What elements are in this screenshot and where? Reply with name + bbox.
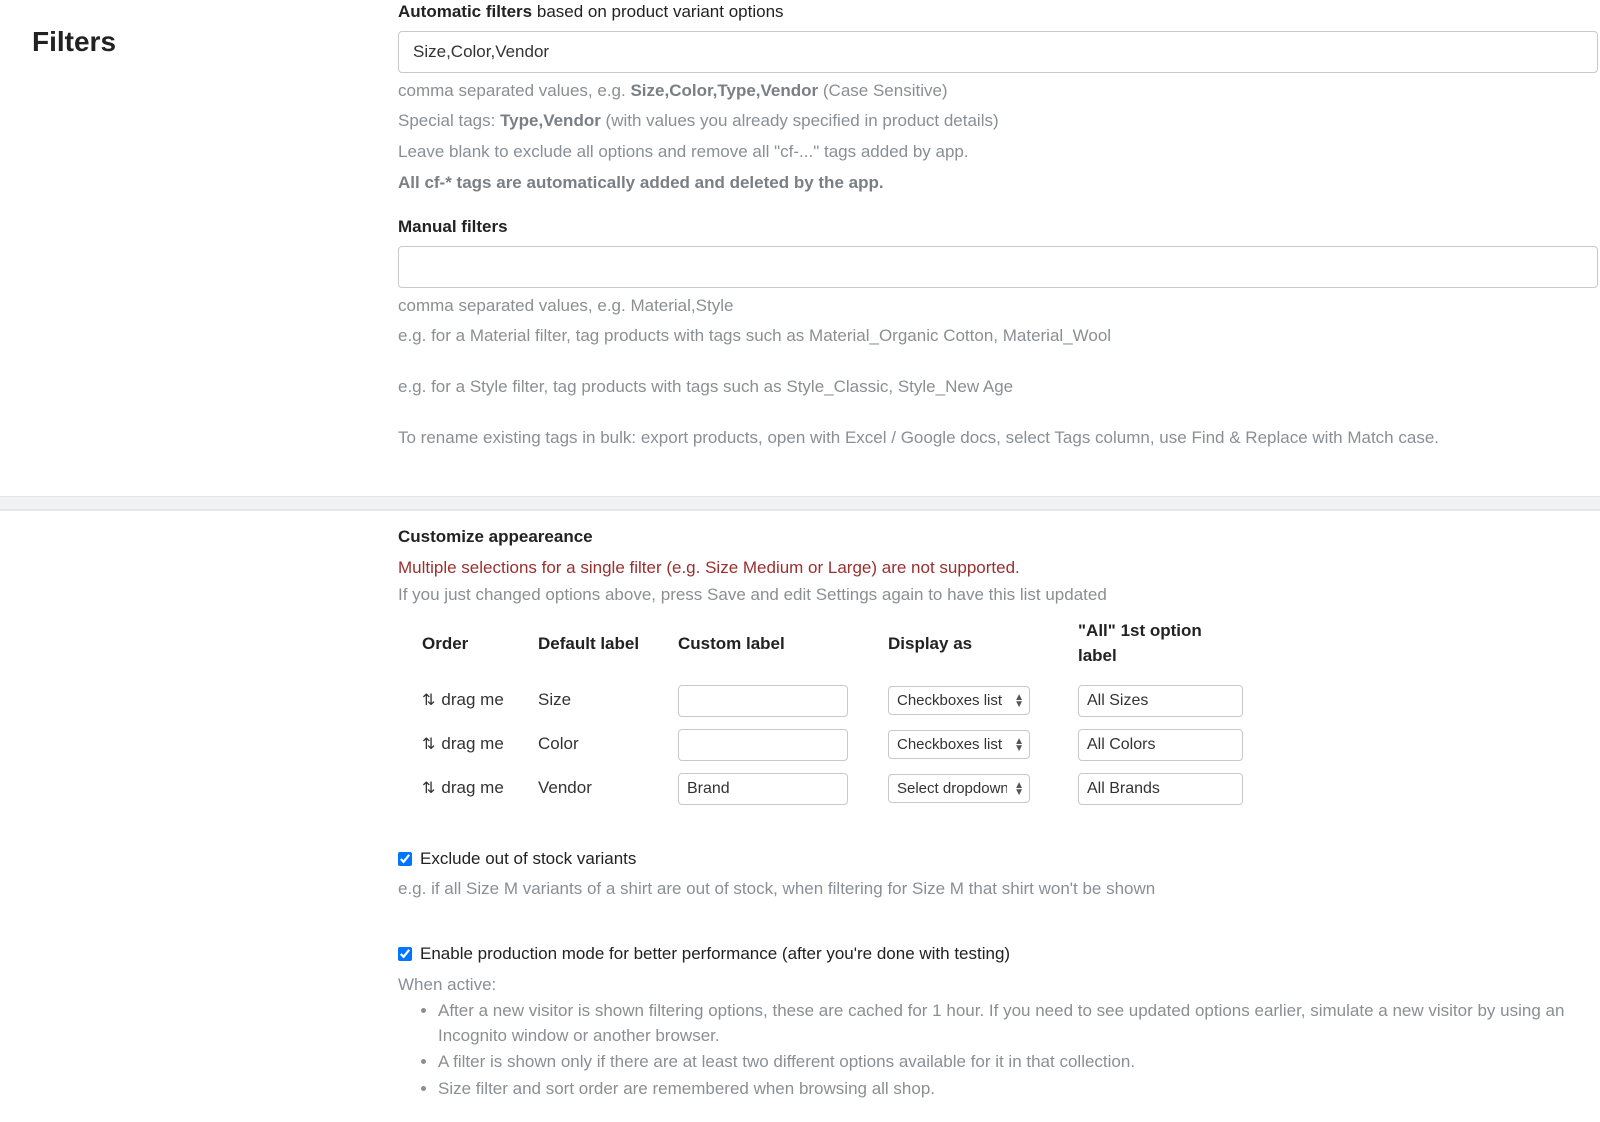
display-as-select[interactable]: Checkboxes listSelect dropdown [888,730,1030,759]
drag-handle[interactable]: ⇅ drag me [398,688,504,713]
all-option-label-input[interactable] [1078,685,1243,717]
appearance-subnote: If you just changed options above, press… [398,583,1600,608]
drag-handle[interactable]: ⇅ drag me [398,776,504,801]
default-label-cell: Size [538,679,678,723]
custom-label-input[interactable] [678,729,848,761]
production-mode-label[interactable]: Enable production mode for better perfor… [420,942,1010,967]
manual-filters-help-4: To rename existing tags in bulk: export … [398,426,1600,451]
production-mode-bullets: After a new visitor is shown filtering o… [398,999,1600,1102]
exclude-oos-checkbox[interactable] [398,852,412,866]
custom-label-input[interactable] [678,685,848,717]
automatic-filters-help-4: All cf-* tags are automatically added an… [398,171,1600,196]
col-header-default-label: Default label [538,617,678,678]
custom-label-input[interactable] [678,773,848,805]
manual-filters-input[interactable] [398,246,1598,288]
production-mode-row: Enable production mode for better perfor… [398,942,1600,967]
table-row: ⇅ drag me Vendor Checkboxes listSelect drop… [398,767,1261,811]
automatic-filters-help-1: comma separated values, e.g. Size,Color,… [398,79,1600,104]
sidebar-heading-filters: Filters [0,0,398,496]
col-header-all-label: "All" 1st option label [1078,617,1261,678]
table-row: ⇅ drag me Size Checkboxes listSelect dropdo… [398,679,1261,723]
all-option-label-input[interactable] [1078,729,1243,761]
customize-appearance-title: Customize appeareance [398,525,1600,550]
automatic-filters-label: Automatic filters based on product varia… [398,0,1600,25]
manual-filters-help-2: e.g. for a Material filter, tag products… [398,324,1600,349]
drag-icon: ⇅ [422,777,435,800]
display-as-select[interactable]: Checkboxes listSelect dropdown [888,774,1030,803]
automatic-filters-input[interactable] [398,31,1598,73]
display-as-select[interactable]: Checkboxes listSelect dropdown [888,686,1030,715]
manual-filters-label: Manual filters [398,215,1600,240]
drag-handle[interactable]: ⇅ drag me [398,732,504,757]
automatic-filters-help-3: Leave blank to exclude all options and r… [398,140,1600,165]
manual-filters-help-3: e.g. for a Style filter, tag products wi… [398,375,1600,400]
automatic-filters-help-2: Special tags: Type,Vendor (with values y… [398,109,1600,134]
col-header-order: Order [398,617,538,678]
drag-text: drag me [441,776,503,801]
drag-icon: ⇅ [422,689,435,712]
production-mode-bullet: A filter is shown only if there are at l… [438,1050,1600,1075]
col-header-display-as: Display as [888,617,1078,678]
table-row: ⇅ drag me Color Checkboxes listSelect dropd… [398,723,1261,767]
production-mode-checkbox[interactable] [398,947,412,961]
production-mode-bullet: Size filter and sort order are remembere… [438,1077,1600,1102]
sidebar-empty [0,511,398,1121]
col-header-custom-label: Custom label [678,617,888,678]
page-title: Filters [32,22,366,63]
default-label-cell: Color [538,723,678,767]
production-mode-bullet: After a new visitor is shown filtering o… [438,999,1600,1048]
manual-filters-help-1: comma separated values, e.g. Material,St… [398,294,1600,319]
drag-icon: ⇅ [422,733,435,756]
default-label-cell: Vendor [538,767,678,811]
section-divider [0,496,1600,510]
all-option-label-input[interactable] [1078,773,1243,805]
appearance-warning: Multiple selections for a single filter … [398,556,1600,581]
exclude-oos-label[interactable]: Exclude out of stock variants [420,847,636,872]
production-mode-when-active: When active: [398,973,1600,998]
exclude-oos-row: Exclude out of stock variants [398,847,1600,872]
drag-text: drag me [441,732,503,757]
exclude-oos-help: e.g. if all Size M variants of a shirt a… [398,877,1600,902]
drag-text: drag me [441,688,503,713]
appearance-table: Order Default label Custom label Display… [398,617,1261,810]
